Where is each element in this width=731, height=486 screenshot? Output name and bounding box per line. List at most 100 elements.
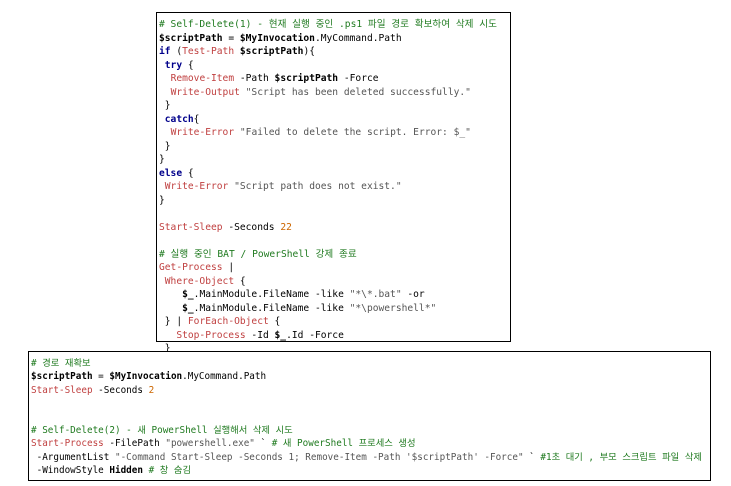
code-line: Write-Error "Script path does not exist.… [159,180,508,194]
code-token-plain: | [222,262,235,273]
code-token-plain: -Path [234,73,275,84]
code-line: # Self-Delete(1) - 현재 실행 중인 .ps1 파일 경로 확… [159,18,508,32]
code-token-plain: ` [254,438,272,450]
code-token-variable: $scriptPath [239,46,304,57]
code-line: } | ForEach-Object { [159,315,508,329]
code-token-comment: # 새 PowerShell 프로세스 생성 [271,438,416,450]
code-token-variable: $_ [182,289,194,300]
code-token-plain: { [182,59,194,71]
code-line: else { [159,167,508,181]
code-token-plain: ` [523,451,541,463]
code-token-cmdlet: Start-Process [31,438,104,450]
code-line: $scriptPath = $MyInvocation.MyCommand.Pa… [159,32,508,46]
code-line: $_.MainModule.FileName -like "*\*.bat" -… [159,288,508,302]
code-line: catch{ [159,113,508,127]
code-token-plain: = [92,371,110,383]
code-token-plain: -ArgumentList [31,451,115,463]
code-token-number: 22 [280,221,292,233]
code-token-plain: .Id -Force [286,329,344,341]
code-token-string: "powershell.exe" [165,438,255,450]
code-token-plain: } [159,100,171,111]
code-token-plain: -Id [245,329,275,341]
code-token-plain: { [234,275,246,287]
code-token-comment: #1초 대기 , 부모 스크립트 파일 삭제 [540,451,702,463]
code-token-plain: } | [159,316,188,327]
code-token-plain: = [222,32,240,44]
code-token-string: "Failed to delete the script. Error: $_" [239,127,471,138]
code-token-keyword: catch [164,113,194,125]
code-line: if (Test-Path $scriptPath){ [159,45,508,59]
code-token-plain: } [159,140,171,152]
code-token-cmdlet: Write-Error [164,181,229,192]
code-token-variable: $MyInvocation [239,32,315,44]
code-token-plain: { [268,316,281,327]
code-line: Start-Sleep -Seconds 2 [31,384,708,397]
code-line: try { [159,59,508,73]
code-token-plain: -WindowStyle [31,465,110,477]
code-token-keyword: try [164,59,183,71]
code-token-comment: # 경로 재확보 [31,358,91,369]
code-token-comment: # 실행 중인 BAT / PowerShell 강제 종료 [159,248,357,260]
code-token-variable: $MyInvocation [109,371,183,383]
code-line: Start-Process -FilePath "powershell.exe"… [31,437,708,450]
code-token-string: "*\powershell*" [349,302,437,314]
code-token-plain: -Seconds [92,384,149,396]
code-token-keyword: if [159,46,171,57]
code-token-cmdlet: Write-Output [170,86,240,98]
code-line: Remove-Item -Path $scriptPath -Force [159,72,508,86]
code-token-cmdlet: Write-Error [170,127,235,138]
code-token-cmdlet: Remove-Item [170,73,235,84]
code-line: -ArgumentList "-Command Start-Sleep -Sec… [31,451,708,464]
code-token-variable: $scriptPath [31,371,93,383]
code-line: Where-Object { [159,275,508,289]
code-token-cmdlet: Stop-Process [176,329,246,341]
code-token-cmdlet: Start-Sleep [159,221,223,233]
code-token-string: "-Command Start-Sleep -Seconds 1; Remove… [114,451,524,463]
code-token-variable: $scriptPath [274,73,339,84]
code-token-plain: -Force [338,73,379,84]
code-token-cmdlet: Start-Sleep [31,384,93,396]
code-line: -WindowStyle Hidden # 창 숨김 [31,464,708,477]
code-token-plain: } [159,194,165,206]
code-token-variable: $_ [182,302,194,314]
code-token-comment: # Self-Delete(2) - 새 PowerShell 실행해서 삭제 … [31,424,293,436]
code-token-variable: $scriptPath [159,32,223,44]
code-line: Start-Sleep -Seconds 22 [159,221,508,235]
code-token-plain: .MyCommand.Path [314,32,402,44]
code-token-plain: ){ [303,46,315,57]
code-line: $_.MainModule.FileName -like "*\powershe… [159,302,508,316]
code-token-comment: # 창 숨김 [148,465,192,477]
code-block-self-delete-2: # 경로 재확보 $scriptPath = $MyInvocation.MyCo… [28,351,711,481]
code-token-plain: .MainModule.FileName -like [193,302,350,314]
code-line: Get-Process | [159,261,508,275]
code-line: } [159,140,508,154]
code-line: Write-Error "Failed to delete the script… [159,126,508,140]
code-token-string: "*\*.bat" [349,289,402,300]
code-token-comment: # Self-Delete(1) - 현재 실행 중인 .ps1 파일 경로 확… [159,19,497,30]
code-token-string: "Script has been deleted successfully." [245,86,471,98]
code-token-type: Hidden [109,465,143,477]
code-token-plain: .MyCommand.Path [182,371,267,383]
code-token-string: "Script path does not exist." [234,181,402,192]
code-token-plain: .MainModule.FileName -like [193,289,350,300]
code-token-cmdlet: Get-Process [159,262,223,273]
code-token-plain: ( [170,46,183,57]
code-line: } [159,99,508,113]
code-token-cmdlet: ForEach-Object [187,316,269,327]
code-block-self-delete-1: # Self-Delete(1) - 현재 실행 중인 .ps1 파일 경로 확… [156,12,511,354]
code-line: Write-Output "Script has been deleted su… [159,86,508,100]
code-token-plain: -or [401,289,425,300]
code-token-plain: -Seconds [222,221,281,233]
code-line: # 실행 중인 BAT / PowerShell 강제 종료 [159,248,508,262]
code-line: # Self-Delete(2) - 새 PowerShell 실행해서 삭제 … [31,424,708,437]
code-line: } [159,153,508,167]
code-token-cmdlet: Where-Object [164,275,235,287]
